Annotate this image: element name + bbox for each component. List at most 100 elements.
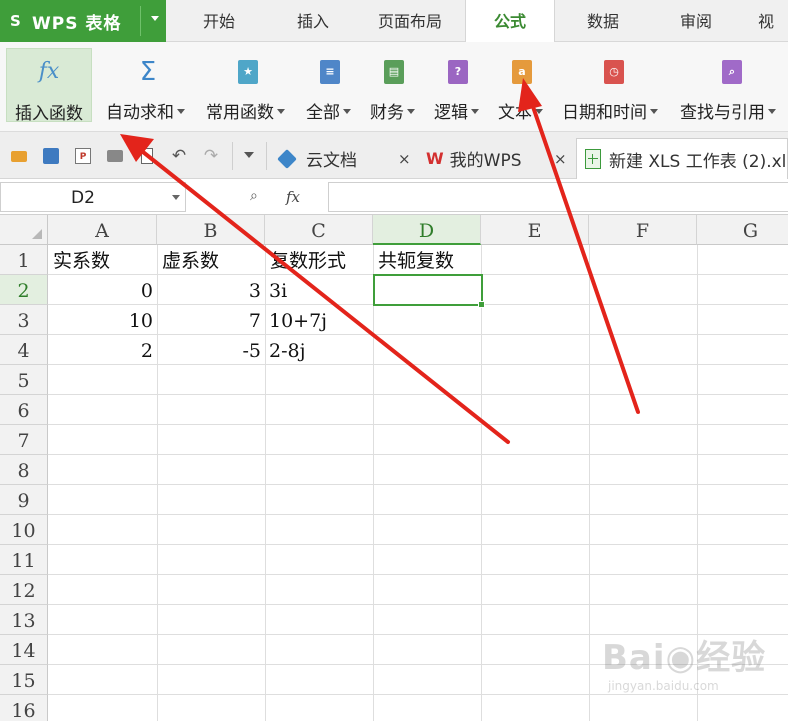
customize-toolbar-dropdown-icon[interactable] [244, 152, 254, 158]
close-icon[interactable]: × [398, 150, 411, 168]
chevron-down-icon[interactable] [172, 195, 180, 200]
cell-b2[interactable]: 3 [158, 275, 265, 305]
tab-view[interactable]: 视 [758, 0, 788, 42]
cell-b1[interactable]: 虚系数 [158, 245, 265, 275]
tab-review[interactable]: 审阅 [651, 0, 741, 42]
clock-book-icon: ◷ [604, 60, 624, 84]
chevron-down-icon [535, 108, 543, 114]
fx-icon[interactable]: fx [286, 188, 300, 206]
column-header-a[interactable]: A [48, 215, 157, 245]
tab-page-layout[interactable]: 页面布局 [355, 0, 465, 42]
column-header-e[interactable]: E [481, 215, 589, 245]
row-header-1[interactable]: 1 [0, 245, 48, 275]
toolbar-divider [232, 142, 233, 170]
row-header-12[interactable]: 12 [0, 575, 48, 605]
gridline [373, 245, 374, 721]
formula-input[interactable] [328, 182, 788, 212]
print-preview-icon[interactable] [141, 148, 153, 164]
wps-s-logo-icon: S [10, 12, 21, 30]
tab-home[interactable]: 开始 [167, 0, 271, 42]
doc-tab-cloud[interactable]: 云文档 × [277, 138, 420, 179]
open-folder-icon[interactable] [11, 151, 27, 162]
fx-icon: fx [38, 59, 60, 84]
cloud-doc-icon [277, 148, 297, 169]
cell-c1[interactable]: 复数形式 [266, 245, 373, 275]
row-header-6[interactable]: 6 [0, 395, 48, 425]
close-icon[interactable]: × [554, 150, 567, 168]
row-header-9[interactable]: 9 [0, 485, 48, 515]
autosum-button[interactable]: Σ 自动求和 [106, 48, 194, 123]
logical-functions-button[interactable]: ? 逻辑 [434, 48, 488, 123]
watermark-brand-cn: 经验 [696, 638, 767, 678]
app-menu-button[interactable]: S WPS 表格 [0, 0, 166, 42]
gridline [48, 454, 788, 455]
app-name: WPS 表格 [32, 13, 122, 34]
tab-formula[interactable]: 公式 [465, 0, 555, 43]
all-functions-label: 全部 [306, 103, 340, 123]
question-book-icon: ? [448, 60, 468, 84]
chevron-down-icon [343, 108, 351, 114]
text-functions-button[interactable]: a 文本 [498, 48, 552, 123]
name-box[interactable]: D2 [0, 182, 186, 212]
row-header-13[interactable]: 13 [0, 605, 48, 635]
formula-bar: D2 ⌕ fx [0, 179, 788, 215]
row-header-16[interactable]: 16 [0, 695, 48, 721]
gridline [481, 245, 482, 721]
row-header-5[interactable]: 5 [0, 365, 48, 395]
tab-insert[interactable]: 插入 [271, 0, 355, 42]
common-functions-button[interactable]: ★ 常用函数 [206, 48, 294, 123]
cell-c2[interactable]: 3i [266, 275, 373, 305]
column-header-c[interactable]: C [265, 215, 373, 245]
undo-icon[interactable]: ↶ [171, 148, 187, 165]
select-all-corner[interactable] [0, 215, 48, 245]
row-header-8[interactable]: 8 [0, 455, 48, 485]
doc-tab-workbook[interactable]: 新建 XLS 工作表 (2).xl [576, 138, 788, 179]
chevron-down-icon[interactable] [151, 16, 159, 21]
row-header-15[interactable]: 15 [0, 665, 48, 695]
column-header-d[interactable]: D [373, 215, 481, 245]
gridline [48, 514, 788, 515]
chevron-down-icon [407, 108, 415, 114]
row-header-10[interactable]: 10 [0, 515, 48, 545]
sigma-icon: Σ [139, 57, 157, 87]
cell-a1[interactable]: 实系数 [49, 245, 157, 275]
date-time-functions-button[interactable]: ◷ 日期和时间 [562, 48, 668, 123]
name-box-value: D2 [71, 188, 95, 208]
cell-a3[interactable]: 10 [49, 305, 157, 335]
row-header-14[interactable]: 14 [0, 635, 48, 665]
cell-c4[interactable]: 2-8j [266, 335, 373, 365]
row-header-3[interactable]: 3 [0, 305, 48, 335]
cell-c3[interactable]: 10+7j [266, 305, 373, 335]
cell-a2[interactable]: 0 [49, 275, 157, 305]
redo-icon[interactable]: ↷ [203, 148, 219, 165]
row-header-2[interactable]: 2 [0, 275, 48, 305]
column-header-f[interactable]: F [589, 215, 697, 245]
row-header-7[interactable]: 7 [0, 425, 48, 455]
chevron-down-icon [177, 108, 185, 114]
financial-functions-label: 财务 [370, 103, 404, 123]
row-header-4[interactable]: 4 [0, 335, 48, 365]
doc-tab-my-wps[interactable]: W 我的WPS × [426, 138, 574, 179]
gridline [48, 544, 788, 545]
gridline [589, 245, 590, 721]
cell-d1[interactable]: 共轭复数 [374, 245, 481, 275]
cell-a4[interactable]: 2 [49, 335, 157, 365]
active-cell-d2[interactable] [373, 274, 485, 308]
print-icon[interactable] [107, 150, 123, 162]
chevron-down-icon [650, 108, 658, 114]
save-icon[interactable] [43, 148, 59, 164]
zoom-search-icon[interactable]: ⌕ [250, 188, 258, 204]
financial-functions-button[interactable]: ▤ 财务 [370, 48, 424, 123]
insert-function-button[interactable]: fx 插入函数 [6, 48, 92, 124]
export-pdf-icon[interactable]: P [75, 148, 91, 164]
gridline [48, 394, 788, 395]
logical-functions-label: 逻辑 [434, 103, 468, 123]
row-header-11[interactable]: 11 [0, 545, 48, 575]
all-functions-button[interactable]: ≡ 全部 [306, 48, 360, 123]
column-header-b[interactable]: B [157, 215, 265, 245]
lookup-reference-functions-button[interactable]: ⌕ 查找与引用 [680, 48, 788, 123]
tab-data[interactable]: 数据 [555, 0, 651, 42]
cell-b3[interactable]: 7 [158, 305, 265, 335]
cell-b4[interactable]: -5 [158, 335, 265, 365]
column-header-g[interactable]: G [697, 215, 788, 245]
